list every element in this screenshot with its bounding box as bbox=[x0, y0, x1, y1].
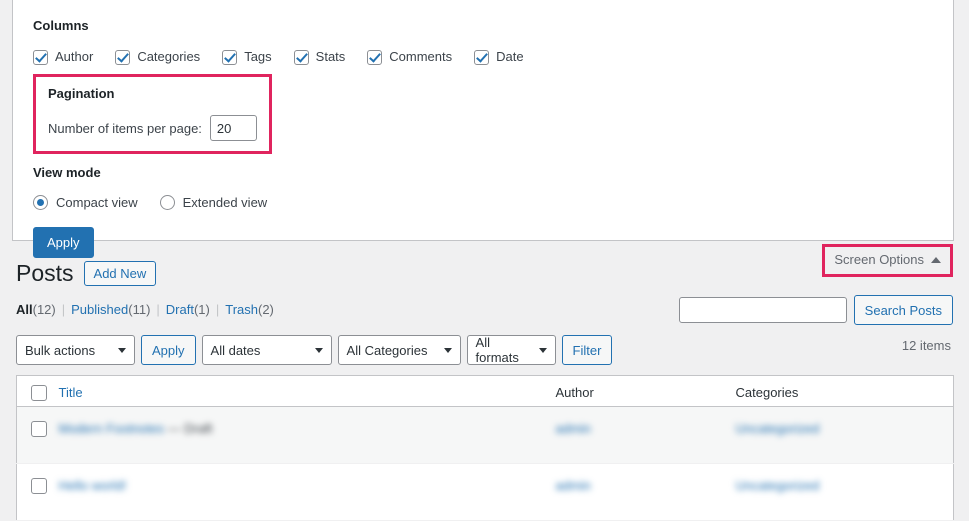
pagination-section-title: Pagination bbox=[48, 86, 115, 101]
checkbox-icon[interactable] bbox=[474, 49, 490, 65]
categories-filter-value: All Categories bbox=[346, 342, 428, 358]
screen-options-apply-button[interactable]: Apply bbox=[33, 227, 94, 258]
row-title-cell: Modern Footnotes — Draft bbox=[58, 406, 556, 464]
search-box: Search Posts bbox=[678, 295, 953, 325]
dates-filter-value: All dates bbox=[210, 342, 261, 358]
column-label: Tags bbox=[244, 49, 272, 64]
categories-filter-select[interactable]: All Categories bbox=[337, 335, 461, 365]
post-title-link[interactable]: Modern Footnotes — Draft bbox=[59, 421, 213, 436]
per-page-label: Number of items per page: bbox=[48, 120, 202, 136]
view-mode-label: Compact view bbox=[56, 195, 138, 210]
column-label: Date bbox=[496, 49, 524, 64]
bulk-actions-value: Bulk actions bbox=[25, 342, 96, 358]
column-header-categories: Categories bbox=[735, 375, 954, 407]
view-mode-label: Extended view bbox=[182, 195, 268, 210]
screen-options-panel: Columns Author Categories Tags Stats Com… bbox=[12, 0, 954, 258]
row-author-cell: admin bbox=[555, 463, 736, 521]
posts-table-head: Title Author Categories bbox=[16, 375, 954, 407]
chevron-down-icon bbox=[314, 347, 323, 353]
column-label: Comments bbox=[389, 49, 453, 64]
post-author-link[interactable]: admin bbox=[556, 478, 591, 493]
status-separator: | bbox=[215, 302, 220, 317]
posts-table: Title Author Categories Modern Footnotes… bbox=[16, 375, 954, 521]
view-mode-extended[interactable]: Extended view bbox=[159, 195, 268, 210]
column-toggle-comments[interactable]: Comments bbox=[367, 49, 452, 65]
table-row: Hello world! admin Uncategorized bbox=[16, 463, 954, 521]
table-header-row: Title Author Categories bbox=[16, 375, 954, 407]
status-count-draft: (1) bbox=[193, 302, 210, 317]
row-title-cell: Hello world! bbox=[58, 463, 556, 521]
row-checkbox[interactable] bbox=[31, 478, 47, 494]
status-separator: | bbox=[61, 302, 66, 317]
columns-section-title: Columns bbox=[33, 18, 89, 33]
posts-table-body: Modern Footnotes — Draft admin Uncategor… bbox=[16, 406, 954, 521]
column-header-title: Title bbox=[58, 375, 556, 407]
status-link-trash[interactable]: Trash bbox=[225, 301, 258, 319]
posts-list-wrap: Posts Add New All (12) | Published (11) … bbox=[16, 258, 954, 521]
status-count-published: (11) bbox=[128, 302, 151, 317]
view-mode-section-title: View mode bbox=[33, 165, 101, 180]
checkbox-icon[interactable] bbox=[293, 49, 309, 65]
status-count-all: (12) bbox=[32, 302, 56, 317]
page-header: Posts Add New bbox=[16, 258, 953, 288]
select-all-header bbox=[16, 375, 59, 407]
post-title-link[interactable]: Hello world! bbox=[59, 478, 127, 493]
status-count-trash: (2) bbox=[258, 302, 274, 317]
checkbox-icon[interactable] bbox=[222, 49, 238, 65]
status-separator: | bbox=[156, 302, 160, 317]
view-mode-compact[interactable]: Compact view bbox=[33, 195, 138, 210]
per-page-row: Number of items per page: bbox=[48, 115, 259, 141]
post-author-link[interactable]: admin bbox=[556, 421, 591, 436]
view-mode-radio-row: Compact view Extended view bbox=[33, 195, 933, 210]
add-new-button[interactable]: Add New bbox=[83, 260, 157, 286]
select-all-checkbox[interactable] bbox=[31, 385, 47, 401]
chevron-down-icon bbox=[118, 347, 126, 353]
dates-filter-select[interactable]: All dates bbox=[201, 335, 332, 365]
checkbox-icon[interactable] bbox=[115, 49, 131, 65]
table-row: Modern Footnotes — Draft admin Uncategor… bbox=[16, 406, 954, 464]
column-toggle-date[interactable]: Date bbox=[474, 49, 524, 65]
row-checkbox[interactable] bbox=[31, 421, 47, 437]
column-toggle-categories[interactable]: Categories bbox=[115, 49, 200, 65]
status-link-published[interactable]: Published bbox=[71, 301, 128, 319]
column-toggle-tags[interactable]: Tags bbox=[222, 49, 272, 65]
status-link-draft[interactable]: Draft bbox=[166, 301, 194, 319]
formats-filter-value: All formats bbox=[475, 335, 519, 365]
row-select-cell bbox=[16, 406, 59, 464]
page-title: Posts bbox=[16, 260, 74, 286]
row-select-cell bbox=[16, 463, 59, 521]
pagination-section-highlight: Pagination Number of items per page: bbox=[33, 74, 272, 154]
checkbox-icon[interactable] bbox=[367, 49, 383, 65]
formats-filter-select[interactable]: All formats bbox=[466, 335, 556, 365]
bulk-apply-button[interactable]: Apply bbox=[141, 335, 196, 365]
column-label: Categories bbox=[137, 49, 201, 64]
row-author-cell: admin bbox=[555, 406, 736, 464]
column-toggle-author[interactable]: Author bbox=[33, 49, 93, 65]
table-nav-toolbar: Bulk actions Apply All dates All Categor… bbox=[16, 335, 953, 365]
radio-icon[interactable] bbox=[33, 195, 48, 210]
filter-button[interactable]: Filter bbox=[561, 335, 613, 365]
status-link-all[interactable]: All bbox=[16, 301, 33, 319]
column-label: Stats bbox=[315, 49, 346, 64]
post-category-link[interactable]: Uncategorized bbox=[736, 421, 820, 436]
columns-checkbox-row: Author Categories Tags Stats Comments Da… bbox=[33, 47, 933, 67]
chevron-down-icon bbox=[443, 347, 452, 353]
column-header-author: Author bbox=[555, 375, 736, 407]
items-count-label: 12 items bbox=[901, 338, 951, 353]
checkbox-icon[interactable] bbox=[33, 49, 48, 65]
search-posts-button[interactable]: Search Posts bbox=[853, 295, 953, 325]
column-label: Author bbox=[55, 49, 94, 64]
chevron-down-icon bbox=[538, 347, 547, 353]
bulk-actions-select[interactable]: Bulk actions bbox=[16, 335, 135, 365]
per-page-input[interactable] bbox=[209, 115, 257, 141]
post-category-link[interactable]: Uncategorized bbox=[736, 478, 820, 493]
column-toggle-stats[interactable]: Stats bbox=[293, 49, 346, 65]
sort-title-link[interactable]: Title bbox=[59, 385, 83, 400]
search-input[interactable] bbox=[678, 297, 847, 323]
row-categories-cell: Uncategorized bbox=[735, 463, 954, 521]
row-categories-cell: Uncategorized bbox=[735, 406, 954, 464]
radio-icon[interactable] bbox=[159, 195, 175, 210]
